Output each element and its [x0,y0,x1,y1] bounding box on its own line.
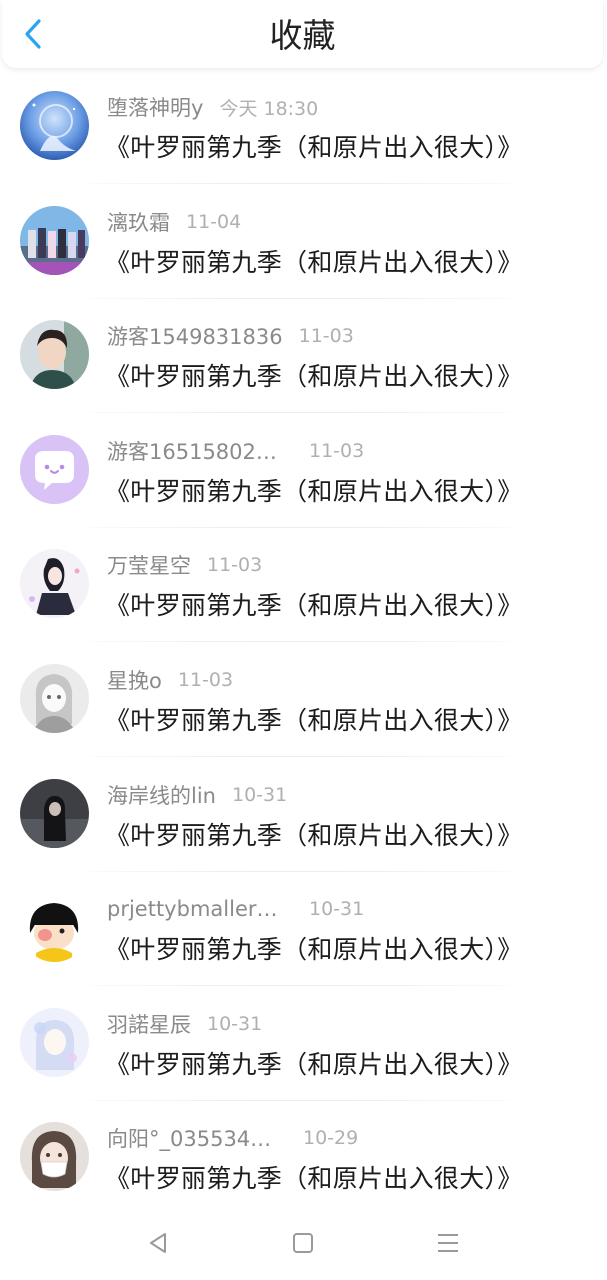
favorite-title[interactable]: 《叶罗丽第九季（和原片出入很大）》 [105,243,523,279]
sketch-girl-avatar[interactable] [20,663,89,733]
list-item[interactable]: 向阳°_03553420... 10-29 《叶罗丽第九季（和原片出入很大）》 [0,1101,607,1216]
list-item[interactable]: 漓玖霜 11-04 《叶罗丽第九季（和原片出入很大）》 [0,185,607,300]
username[interactable]: 游客165158020... [107,436,283,466]
timestamp: 10-29 [303,1127,359,1150]
timestamp: 11-03 [309,439,365,462]
nav-home-button[interactable] [285,1228,321,1258]
pastel-anime-avatar[interactable] [20,1007,89,1077]
timestamp: 11-03 [298,325,354,348]
moon-night-avatar[interactable] [20,91,89,160]
list-item[interactable]: 游客165158020... 11-03 《叶罗丽第九季（和原片出入很大）》 [0,414,607,529]
system-nav-bar [0,1212,607,1280]
nav-back-button[interactable] [140,1228,176,1258]
list-item[interactable]: prjettybmallerin... 10-31 《叶罗丽第九季（和原片出入很… [0,872,607,987]
favorites-list: 堕落神明y 今天 18:30 《叶罗丽第九季（和原片出入很大）》 漓玖霜 11-… [0,70,607,1216]
timestamp: 11-04 [186,210,242,233]
username[interactable]: 向阳°_03553420... [107,1123,283,1153]
cartoon-girl-avatar[interactable] [20,893,89,963]
username[interactable]: 漓玖霜 [107,207,170,237]
timestamp: 10-31 [309,898,365,921]
list-item[interactable]: 游客1549831836 11-03 《叶罗丽第九季（和原片出入很大）》 [0,299,607,414]
favorite-title[interactable]: 《叶罗丽第九季（和原片出入很大）》 [105,816,523,852]
triangle-back-icon [150,1233,166,1253]
favorite-title[interactable]: 《叶罗丽第九季（和原片出入很大）》 [105,1045,523,1081]
default-chat-avatar[interactable] [20,434,89,504]
username[interactable]: 海岸线的lin [107,780,216,810]
favorite-title[interactable]: 《叶罗丽第九季（和原片出入很大）》 [105,930,523,966]
timestamp: 10-31 [207,1012,263,1035]
page-title: 收藏 [269,16,336,55]
list-item[interactable]: 万莹星空 11-03 《叶罗丽第九季（和原片出入很大）》 [0,528,607,643]
nav-menu-button[interactable] [430,1228,466,1258]
anime-girl-avatar[interactable] [20,549,89,619]
list-item[interactable]: 星挽o 11-03 《叶罗丽第九季（和原片出入很大）》 [0,643,607,758]
username[interactable]: prjettybmallerin... [107,897,283,921]
username[interactable]: 万莹星空 [107,550,191,580]
username[interactable]: 游客1549831836 [107,321,283,351]
timestamp: 今天 18:30 [219,97,319,120]
hamburger-menu-icon [438,1234,458,1252]
square-home-icon [293,1233,313,1253]
username[interactable]: 星挽o [107,665,162,695]
group-photo-avatar[interactable] [20,205,89,275]
boy-portrait-avatar[interactable] [20,320,89,390]
timestamp: 11-03 [207,554,263,577]
favorite-title[interactable]: 《叶罗丽第九季（和原片出入很大）》 [105,128,523,164]
list-item[interactable]: 堕落神明y 今天 18:30 《叶罗丽第九季（和原片出入很大）》 [0,70,607,185]
favorite-title[interactable]: 《叶罗丽第九季（和原片出入很大）》 [105,701,523,737]
top-bar: 收藏 [2,0,603,68]
favorite-title[interactable]: 《叶罗丽第九季（和原片出入很大）》 [105,472,523,508]
favorite-title[interactable]: 《叶罗丽第九季（和原片出入很大）》 [105,1159,523,1195]
favorite-title[interactable]: 《叶罗丽第九季（和原片出入很大）》 [105,357,523,393]
list-item[interactable]: 海岸线的lin 10-31 《叶罗丽第九季（和原片出入很大）》 [0,758,607,873]
list-item[interactable]: 羽諾星辰 10-31 《叶罗丽第九季（和原片出入很大）》 [0,987,607,1102]
dark-girl-avatar[interactable] [20,778,89,848]
favorite-title[interactable]: 《叶罗丽第九季（和原片出入很大）》 [105,586,523,622]
timestamp: 10-31 [231,783,288,806]
masked-girl-avatar[interactable] [20,1122,89,1192]
timestamp: 11-03 [177,668,234,691]
username[interactable]: 堕落神明y [107,92,203,122]
username[interactable]: 羽諾星辰 [107,1009,191,1039]
